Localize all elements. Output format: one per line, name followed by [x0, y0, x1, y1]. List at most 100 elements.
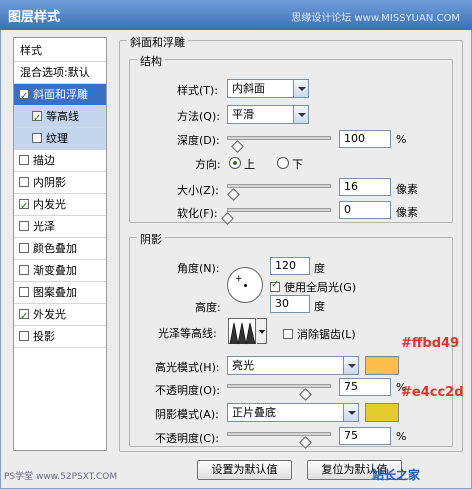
style-checkbox[interactable]: [32, 108, 42, 130]
layer-style-dialog: 样式混合选项:默认斜面和浮雕等高线纹理描边内阴影内发光光泽颜色叠加渐变叠加图案叠…: [0, 30, 472, 489]
direction-down-radio[interactable]: [277, 157, 289, 169]
soften-input[interactable]: 0: [339, 201, 391, 219]
style-list-item[interactable]: 内发光: [14, 194, 106, 218]
highlight-mode-value: 亮光: [232, 359, 254, 372]
gloss-contour-preview[interactable]: [228, 318, 256, 345]
size-label: 大小(Z):: [177, 184, 219, 197]
crosshair-icon: +: [235, 274, 243, 284]
style-list-item[interactable]: 等高线: [14, 106, 106, 130]
style-list-item[interactable]: 纹理: [14, 128, 106, 150]
watermark-text: 思缘设计论坛 www.MISSYUAN.COM: [291, 13, 460, 24]
altitude-input[interactable]: 30: [270, 295, 310, 313]
style-list-item[interactable]: 图案叠加: [14, 282, 106, 304]
style-checkbox[interactable]: [19, 177, 29, 187]
technique-select[interactable]: 平滑: [227, 105, 309, 124]
angle-unit: 度: [314, 262, 325, 275]
style-list-label: 样式: [20, 44, 42, 57]
highlight-color-swatch[interactable]: [365, 356, 399, 375]
antialias-checkbox[interactable]: [283, 329, 293, 339]
technique-value: 平滑: [232, 108, 254, 121]
style-list-item[interactable]: 颜色叠加: [14, 238, 106, 260]
highlight-mode-label: 高光模式(H):: [155, 361, 220, 374]
style-list-label: 混合选项:默认: [20, 66, 90, 79]
angle-label: 角度(N):: [177, 262, 220, 275]
global-light-option[interactable]: 使用全局光(G): [270, 279, 356, 295]
altitude-label: 高度:: [195, 301, 221, 314]
antialias-option[interactable]: 消除锯齿(L): [283, 326, 356, 342]
style-list-label: 内发光: [33, 198, 66, 211]
title-bar: 图层样式 思缘设计论坛 www.MISSYUAN.COM: [0, 0, 472, 30]
depth-unit: %: [396, 133, 407, 146]
soften-label: 软化(F):: [177, 207, 218, 220]
highlight-opacity-input[interactable]: 75: [339, 378, 391, 396]
size-slider[interactable]: [227, 184, 331, 188]
style-list-label: 纹理: [46, 132, 68, 145]
style-checkbox[interactable]: [19, 221, 29, 231]
direction-up-radio[interactable]: [229, 157, 241, 169]
style-checkbox[interactable]: [19, 306, 29, 328]
style-list-item[interactable]: 投影: [14, 326, 106, 348]
global-light-label: 使用全局光(G): [284, 281, 357, 294]
style-list-label: 外发光: [33, 308, 66, 321]
style-checkbox[interactable]: [32, 133, 42, 143]
style-list-item[interactable]: 渐变叠加: [14, 260, 106, 282]
bevel-style-select[interactable]: 内斜面: [227, 79, 309, 98]
soften-unit: 像素: [396, 206, 418, 219]
gloss-contour-label: 光泽等高线:: [158, 327, 217, 340]
dial-center: [244, 284, 247, 287]
size-input[interactable]: 16: [339, 178, 391, 196]
style-list-item[interactable]: 外发光: [14, 304, 106, 328]
shadow-color-swatch[interactable]: [365, 403, 399, 422]
style-checkbox[interactable]: [19, 331, 29, 341]
style-list-label: 斜面和浮雕: [33, 88, 88, 101]
chevron-down-icon: [343, 404, 358, 421]
shadow-mode-label: 阴影模式(A):: [155, 408, 219, 421]
style-checkbox[interactable]: [19, 155, 29, 165]
style-list-label: 渐变叠加: [33, 264, 77, 277]
direction-label: 方向:: [195, 158, 221, 171]
highlight-color-annotation: #ffbd49: [401, 336, 460, 351]
style-list-item[interactable]: 斜面和浮雕: [14, 84, 106, 108]
highlight-opacity-slider[interactable]: [227, 384, 331, 388]
make-default-button[interactable]: 设置为默认值: [197, 460, 292, 480]
style-list-label: 描边: [33, 154, 55, 167]
style-checkbox[interactable]: [19, 86, 29, 108]
angle-input[interactable]: 120: [270, 257, 310, 275]
style-checkbox[interactable]: [19, 265, 29, 275]
global-light-checkbox[interactable]: [270, 279, 280, 292]
style-list-label: 光泽: [33, 220, 55, 233]
style-checkbox[interactable]: [19, 287, 29, 297]
shadow-mode-select[interactable]: 正片叠底: [227, 403, 359, 422]
style-list: 样式混合选项:默认斜面和浮雕等高线纹理描边内阴影内发光光泽颜色叠加渐变叠加图案叠…: [13, 37, 107, 451]
direction-up-label: 上: [244, 158, 255, 171]
style-list-label: 投影: [33, 330, 55, 343]
highlight-opacity-label: 不透明度(O):: [155, 384, 220, 397]
technique-label: 方法(Q):: [177, 110, 220, 123]
highlight-mode-select[interactable]: 亮光: [227, 356, 359, 375]
bevel-emboss-title: 斜面和浮雕: [127, 34, 188, 50]
style-list-item[interactable]: 描边: [14, 150, 106, 172]
window-title: 图层样式: [8, 10, 61, 25]
gloss-contour-dropdown[interactable]: [257, 318, 267, 344]
depth-input[interactable]: 100: [339, 130, 391, 148]
style-checkbox[interactable]: [19, 196, 29, 218]
style-list-item[interactable]: 混合选项:默认: [14, 62, 106, 84]
style-list-label: 等高线: [46, 110, 79, 123]
style-list-item[interactable]: 样式: [14, 40, 106, 62]
style-checkbox[interactable]: [19, 243, 29, 253]
style-list-item[interactable]: 内阴影: [14, 172, 106, 194]
chevron-down-icon: [343, 357, 358, 374]
soften-slider[interactable]: [227, 208, 331, 212]
shading-title: 阴影: [137, 231, 165, 247]
style-list-label: 颜色叠加: [33, 242, 77, 255]
style-list-item[interactable]: 光泽: [14, 216, 106, 238]
antialias-label: 消除锯齿(L): [297, 328, 356, 341]
footer-watermark: PS学堂 www.52PSXT.COM: [4, 472, 118, 482]
style-label: 样式(T):: [177, 84, 219, 97]
depth-label: 深度(D):: [177, 134, 220, 147]
angle-dial[interactable]: +: [227, 267, 263, 303]
shadow-color-annotation: #e4cc2d: [401, 385, 464, 400]
shadow-opacity-input[interactable]: 75: [339, 427, 391, 445]
depth-slider[interactable]: [227, 136, 331, 140]
shadow-opacity-slider[interactable]: [227, 432, 331, 436]
